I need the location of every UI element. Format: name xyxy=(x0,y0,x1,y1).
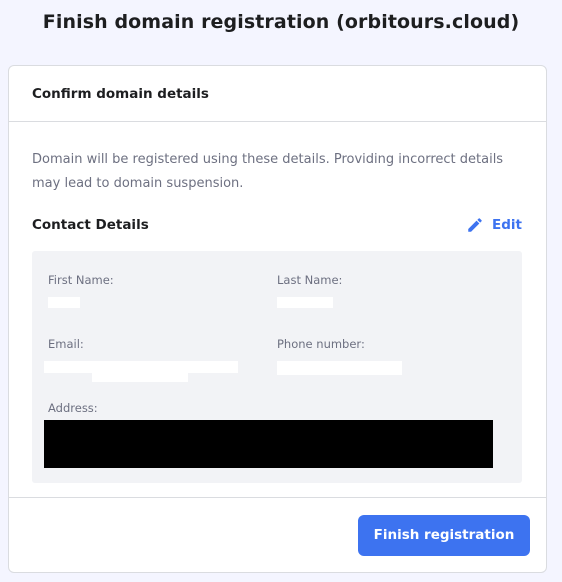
page-title: Finish domain registration (orbitours.cl… xyxy=(42,11,520,33)
first-name-field: First Name: xyxy=(48,273,114,287)
pencil-icon xyxy=(466,216,484,234)
email-value-redacted xyxy=(44,361,238,373)
first-name-value-redacted xyxy=(48,297,80,308)
email-value-redacted-2 xyxy=(92,373,188,382)
last-name-field: Last Name: xyxy=(277,273,342,287)
contact-details-title: Contact Details xyxy=(32,217,149,233)
card-header-title: Confirm domain details xyxy=(32,85,209,102)
card-body: Domain will be registered using these de… xyxy=(9,122,546,498)
email-field: Email: xyxy=(48,337,84,351)
card-header: Confirm domain details xyxy=(9,66,546,122)
address-label: Address: xyxy=(48,401,98,415)
contact-details-header: Contact Details Edit xyxy=(32,216,522,234)
card-footer: Finish registration xyxy=(9,498,546,572)
confirm-domain-card: Confirm domain details Domain will be re… xyxy=(8,65,547,573)
phone-label: Phone number: xyxy=(277,337,365,351)
last-name-value-redacted xyxy=(277,297,333,308)
contact-details-box: First Name: Last Name: Email: Phone numb… xyxy=(32,251,522,483)
phone-field: Phone number: xyxy=(277,337,365,351)
first-name-label: First Name: xyxy=(48,273,114,287)
address-value-redacted xyxy=(44,420,493,468)
edit-button[interactable]: Edit xyxy=(466,216,522,234)
description-text: Domain will be registered using these de… xyxy=(32,152,504,191)
phone-value-redacted xyxy=(277,361,402,375)
address-field: Address: xyxy=(48,401,98,415)
finish-registration-button[interactable]: Finish registration xyxy=(358,514,530,556)
email-label: Email: xyxy=(48,337,84,351)
edit-label: Edit xyxy=(492,217,522,233)
last-name-label: Last Name: xyxy=(277,273,343,287)
